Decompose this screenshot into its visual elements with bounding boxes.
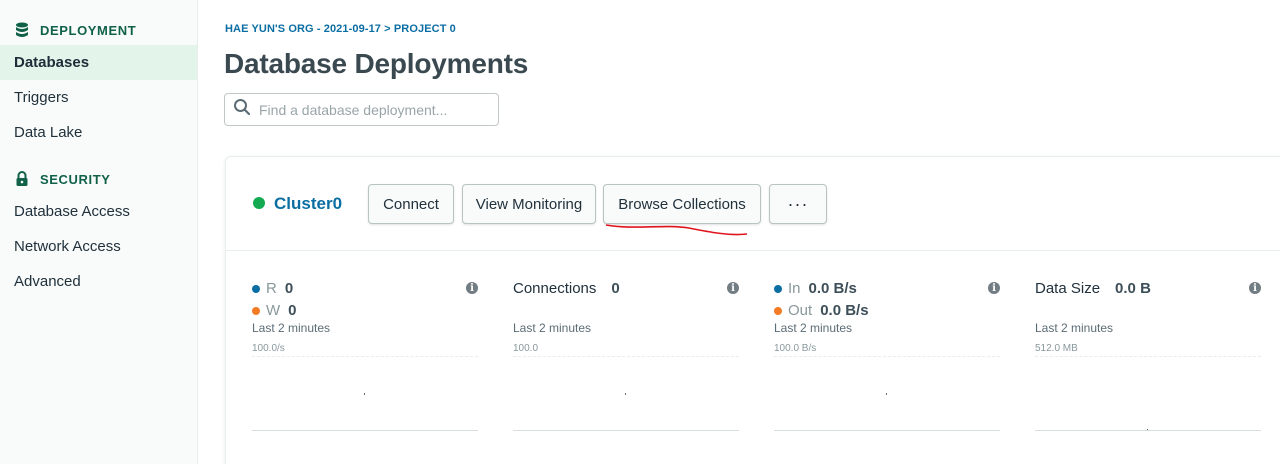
search-box <box>224 93 499 126</box>
cluster-name-link[interactable]: Cluster0 <box>274 194 342 214</box>
series-dot-r <box>252 284 260 293</box>
info-icon[interactable]: i <box>466 282 478 294</box>
cluster-status-dot <box>253 197 265 209</box>
sidebar-item-triggers[interactable]: Triggers <box>0 80 197 115</box>
metric-scale: 512.0 MB <box>1035 343 1078 354</box>
metric-title: Connections <box>513 280 597 297</box>
sidebar-item-network-access[interactable]: Network Access <box>0 229 197 264</box>
metric-operations: R 0 W 0 i Last 2 minutes 100.0/s <box>252 280 478 440</box>
metric-value-out: 0.0 B/s <box>820 302 869 319</box>
sidebar-section-title: DEPLOYMENT <box>40 22 137 38</box>
sparkline-point <box>364 393 365 395</box>
chart-baseline <box>252 430 478 431</box>
search-input[interactable] <box>259 101 489 118</box>
series-dot-out <box>774 306 782 315</box>
metric-label-out: Out <box>788 302 813 319</box>
lock-icon <box>14 171 30 187</box>
sidebar-item-data-lake[interactable]: Data Lake <box>0 115 197 150</box>
metric-label-r: R <box>266 280 277 297</box>
connect-button[interactable]: Connect <box>368 184 454 224</box>
sidebar-section-security: SECURITY <box>0 164 197 194</box>
sidebar: DEPLOYMENT Databases Triggers Data Lake … <box>0 0 198 464</box>
page-title: Database Deployments <box>224 48 529 79</box>
series-dot-w <box>252 306 260 315</box>
breadcrumb-separator: > <box>384 23 391 35</box>
metric-value-in: 0.0 B/s <box>808 280 857 297</box>
metric-scale: 100.0 <box>513 343 539 354</box>
metric-label-w: W <box>266 302 281 319</box>
metric-value-r: 0 <box>284 280 294 297</box>
sidebar-section-deployment: DEPLOYMENT <box>0 15 197 45</box>
metric-period: Last 2 minutes <box>252 321 331 335</box>
metric-scale: 100.0/s <box>252 343 285 354</box>
info-icon[interactable]: i <box>727 282 739 294</box>
chart-top-gridline <box>252 356 478 357</box>
cluster-card-header: Cluster0 Connect View Monitoring Browse … <box>226 157 1280 251</box>
chart-baseline <box>1035 430 1261 431</box>
chart-baseline <box>513 430 739 431</box>
sidebar-item-databases[interactable]: Databases <box>0 45 197 80</box>
metric-period: Last 2 minutes <box>513 321 592 335</box>
chart-baseline <box>774 430 1000 431</box>
metric-period: Last 2 minutes <box>1035 321 1114 335</box>
metric-label-in: In <box>788 280 801 297</box>
breadcrumb-project-link[interactable]: PROJECT 0 <box>394 23 456 35</box>
chart-top-gridline <box>1035 356 1261 357</box>
view-monitoring-button[interactable]: View Monitoring <box>462 184 596 224</box>
series-dot-in <box>774 284 782 293</box>
annotation-underline <box>605 224 748 236</box>
metric-connections: Connections 0 i Last 2 minutes 100.0 <box>513 280 739 440</box>
sidebar-section-title: SECURITY <box>40 171 111 187</box>
chart-top-gridline <box>774 356 1000 357</box>
metric-period: Last 2 minutes <box>774 321 853 335</box>
metric-value: 0.0 B <box>1115 280 1151 297</box>
chart-top-gridline <box>513 356 739 357</box>
search-icon <box>233 98 251 121</box>
database-icon <box>14 22 30 38</box>
breadcrumb: HAE YUN'S ORG - 2021-09-17 > PROJECT 0 <box>225 23 456 35</box>
sidebar-item-database-access[interactable]: Database Access <box>0 194 197 229</box>
breadcrumb-org-link[interactable]: HAE YUN'S ORG - 2021-09-17 <box>225 23 381 35</box>
sparkline-point <box>886 393 887 395</box>
metric-value-w: 0 <box>288 302 297 319</box>
info-icon[interactable]: i <box>988 282 1000 294</box>
sidebar-item-advanced[interactable]: Advanced <box>0 264 197 299</box>
metric-scale: 100.0 B/s <box>774 343 817 354</box>
metric-data-size: Data Size 0.0 B i Last 2 minutes 512.0 M… <box>1035 280 1261 440</box>
sparkline-point <box>625 393 626 395</box>
metric-title: Data Size <box>1035 280 1101 297</box>
metric-network: In 0.0 B/s Out 0.0 B/s i Last 2 minutes … <box>774 280 1000 440</box>
browse-collections-button[interactable]: Browse Collections <box>603 184 761 224</box>
info-icon[interactable]: i <box>1249 282 1261 294</box>
more-options-button[interactable]: ··· <box>769 184 827 224</box>
metric-value: 0 <box>611 280 620 297</box>
